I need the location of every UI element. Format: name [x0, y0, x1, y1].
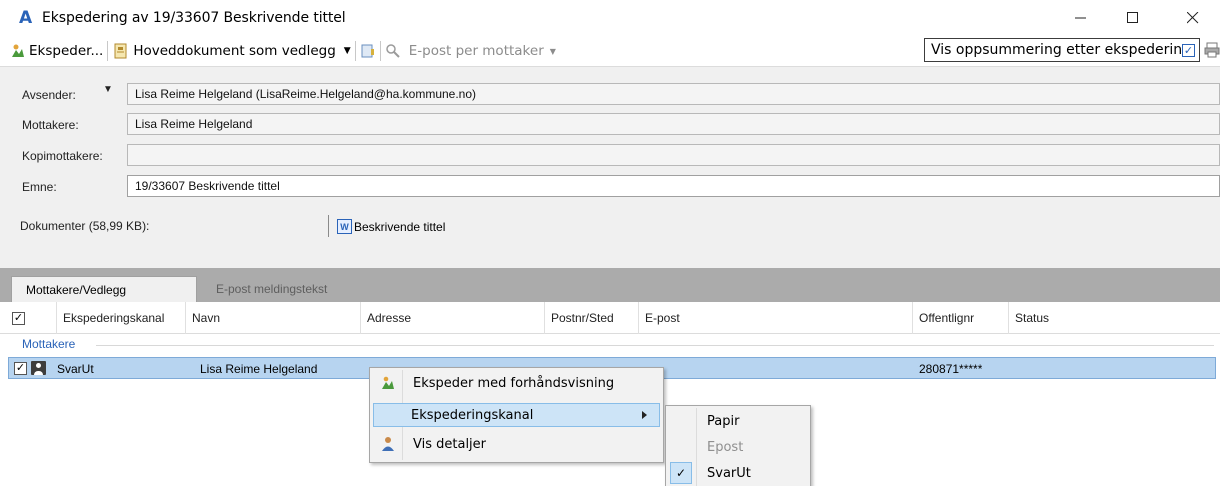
app-logo-icon: A: [19, 8, 33, 28]
avsender-label: Avsender:: [22, 88, 76, 102]
menu-item-ekspeder-med-forhandsvisning[interactable]: Ekspeder med forhåndsvisning: [373, 371, 660, 395]
menu-item-label: Ekspederingskanal: [411, 407, 534, 423]
chevron-down-icon: ▼: [549, 46, 556, 56]
mottakere-label: Mottakere:: [22, 118, 79, 132]
emne-field[interactable]: 19/33607 Beskrivende tittel: [127, 175, 1220, 197]
word-document-icon: W: [337, 219, 352, 234]
epost-per-mottaker-button[interactable]: E-post per mottaker ▼: [385, 39, 556, 63]
maximize-icon: [1127, 12, 1138, 23]
vis-oppsummering-checkbox[interactable]: ✓: [1182, 44, 1195, 57]
row-checkbox[interactable]: ✓: [14, 362, 27, 375]
toolbar-separator: [354, 41, 356, 61]
vis-oppsummering-toggle[interactable]: Vis oppsummering etter ekspedering ✓: [924, 38, 1200, 62]
ekspeder-icon: [382, 376, 394, 389]
printer-icon[interactable]: [1204, 42, 1220, 58]
avsender-field[interactable]: Lisa Reime Helgeland (LisaReime.Helgelan…: [127, 83, 1220, 105]
person-icon: [31, 361, 46, 375]
toolbar: Ekspeder... Hoveddokument som vedlegg ▼ …: [0, 36, 1220, 66]
context-menu: Ekspeder med forhåndsvisning Ekspedering…: [369, 367, 664, 463]
tab-epost-meldingstekst[interactable]: E-post meldingstekst: [200, 276, 370, 302]
menu-item-label: Ekspeder med forhåndsvisning: [413, 375, 615, 391]
tab-mottakere-vedlegg[interactable]: Mottakere/Vedlegg: [11, 276, 197, 302]
maximize-button[interactable]: [1110, 0, 1156, 36]
column-header-epost[interactable]: E-post: [638, 302, 908, 334]
chevron-down-icon[interactable]: ▼: [344, 46, 351, 56]
cell-offentlignr: 280871*****: [919, 362, 983, 376]
cell-ekspederingskanal: SvarUt: [57, 362, 94, 376]
kopimottakere-field[interactable]: [127, 144, 1220, 166]
cell-navn: Lisa Reime Helgeland: [200, 362, 318, 376]
toolbar-separator: [107, 41, 109, 61]
avsender-dropdown-icon[interactable]: ▼: [96, 84, 120, 100]
column-header-navn[interactable]: Navn: [185, 302, 355, 334]
document-name: Beskrivende tittel: [354, 219, 446, 234]
submenu-item-svarut[interactable]: ✓ SvarUt: [669, 461, 807, 485]
hoveddokument-button[interactable]: Hoveddokument som vedlegg ▼: [112, 39, 351, 63]
attachment-document-icon: [114, 43, 127, 59]
dokumenter-label: Dokumenter (58,99 KB):: [20, 219, 150, 233]
grid-header: ✓ Ekspederingskanal Navn Adresse Postnr/…: [0, 302, 1220, 334]
mottakere-field[interactable]: Lisa Reime Helgeland: [127, 113, 1220, 135]
column-header-ekspederingskanal[interactable]: Ekspederingskanal: [56, 302, 180, 334]
vis-oppsummering-label: Vis oppsummering etter ekspedering: [931, 42, 1191, 58]
tab-strip: Mottakere/Vedlegg E-post meldingstekst: [0, 268, 1220, 302]
submenu-item-epost: Epost: [669, 435, 807, 459]
toolbar-separator: [379, 41, 381, 61]
document-settings-button[interactable]: [360, 39, 376, 63]
person-details-icon: [382, 437, 394, 451]
column-header-status[interactable]: Status: [1008, 302, 1220, 334]
column-header-postnr-sted[interactable]: Postnr/Sted: [544, 302, 633, 334]
select-all-checkbox[interactable]: ✓: [12, 312, 25, 325]
close-icon: [1187, 12, 1199, 24]
submenu-arrow-icon: [642, 411, 647, 419]
group-row-mottakere: Mottakere: [0, 334, 1220, 356]
group-divider: [96, 345, 1214, 346]
column-header-adresse[interactable]: Adresse: [360, 302, 534, 334]
submenu-item-papir[interactable]: Papir: [669, 409, 807, 433]
minimize-button[interactable]: [1058, 0, 1104, 36]
hoveddokument-label: Hoveddokument som vedlegg: [133, 43, 336, 59]
header-form: Avsender: ▼ Lisa Reime Helgeland (LisaRe…: [0, 66, 1220, 268]
epost-per-mottaker-label: E-post per mottaker: [408, 43, 544, 59]
submenu-item-label: Epost: [707, 439, 744, 455]
document-settings-icon: [361, 44, 374, 58]
ekspeder-label: Ekspeder...: [29, 43, 104, 59]
emne-label: Emne:: [22, 180, 57, 194]
checkmark-icon: ✓: [670, 462, 692, 484]
window-title: Ekspedering av 19/33607 Beskrivende titt…: [42, 10, 346, 26]
submenu-ekspederingskanal: Papir Epost ✓ SvarUt: [665, 405, 811, 486]
close-button[interactable]: [1170, 0, 1216, 36]
ekspeder-icon: [12, 44, 24, 57]
menu-item-label: Vis detaljer: [413, 436, 487, 452]
group-label: Mottakere: [22, 337, 76, 351]
magnifier-icon: [385, 44, 400, 58]
submenu-item-label: Papir: [707, 413, 740, 429]
ekspeder-button[interactable]: Ekspeder...: [10, 39, 103, 63]
kopimottakere-label: Kopimottakere:: [22, 149, 103, 163]
column-header-offentlignr[interactable]: Offentlignr: [912, 302, 1006, 334]
minimize-icon: [1075, 17, 1086, 19]
submenu-item-label: SvarUt: [707, 465, 751, 481]
document-link[interactable]: W Beskrivende tittel: [337, 219, 445, 234]
menu-item-vis-detaljer[interactable]: Vis detaljer: [373, 432, 660, 456]
title-bar: A Ekspedering av 19/33607 Beskrivende ti…: [0, 0, 1220, 36]
documents-separator: [328, 215, 329, 237]
menu-item-ekspederingskanal[interactable]: Ekspederingskanal: [373, 403, 660, 427]
